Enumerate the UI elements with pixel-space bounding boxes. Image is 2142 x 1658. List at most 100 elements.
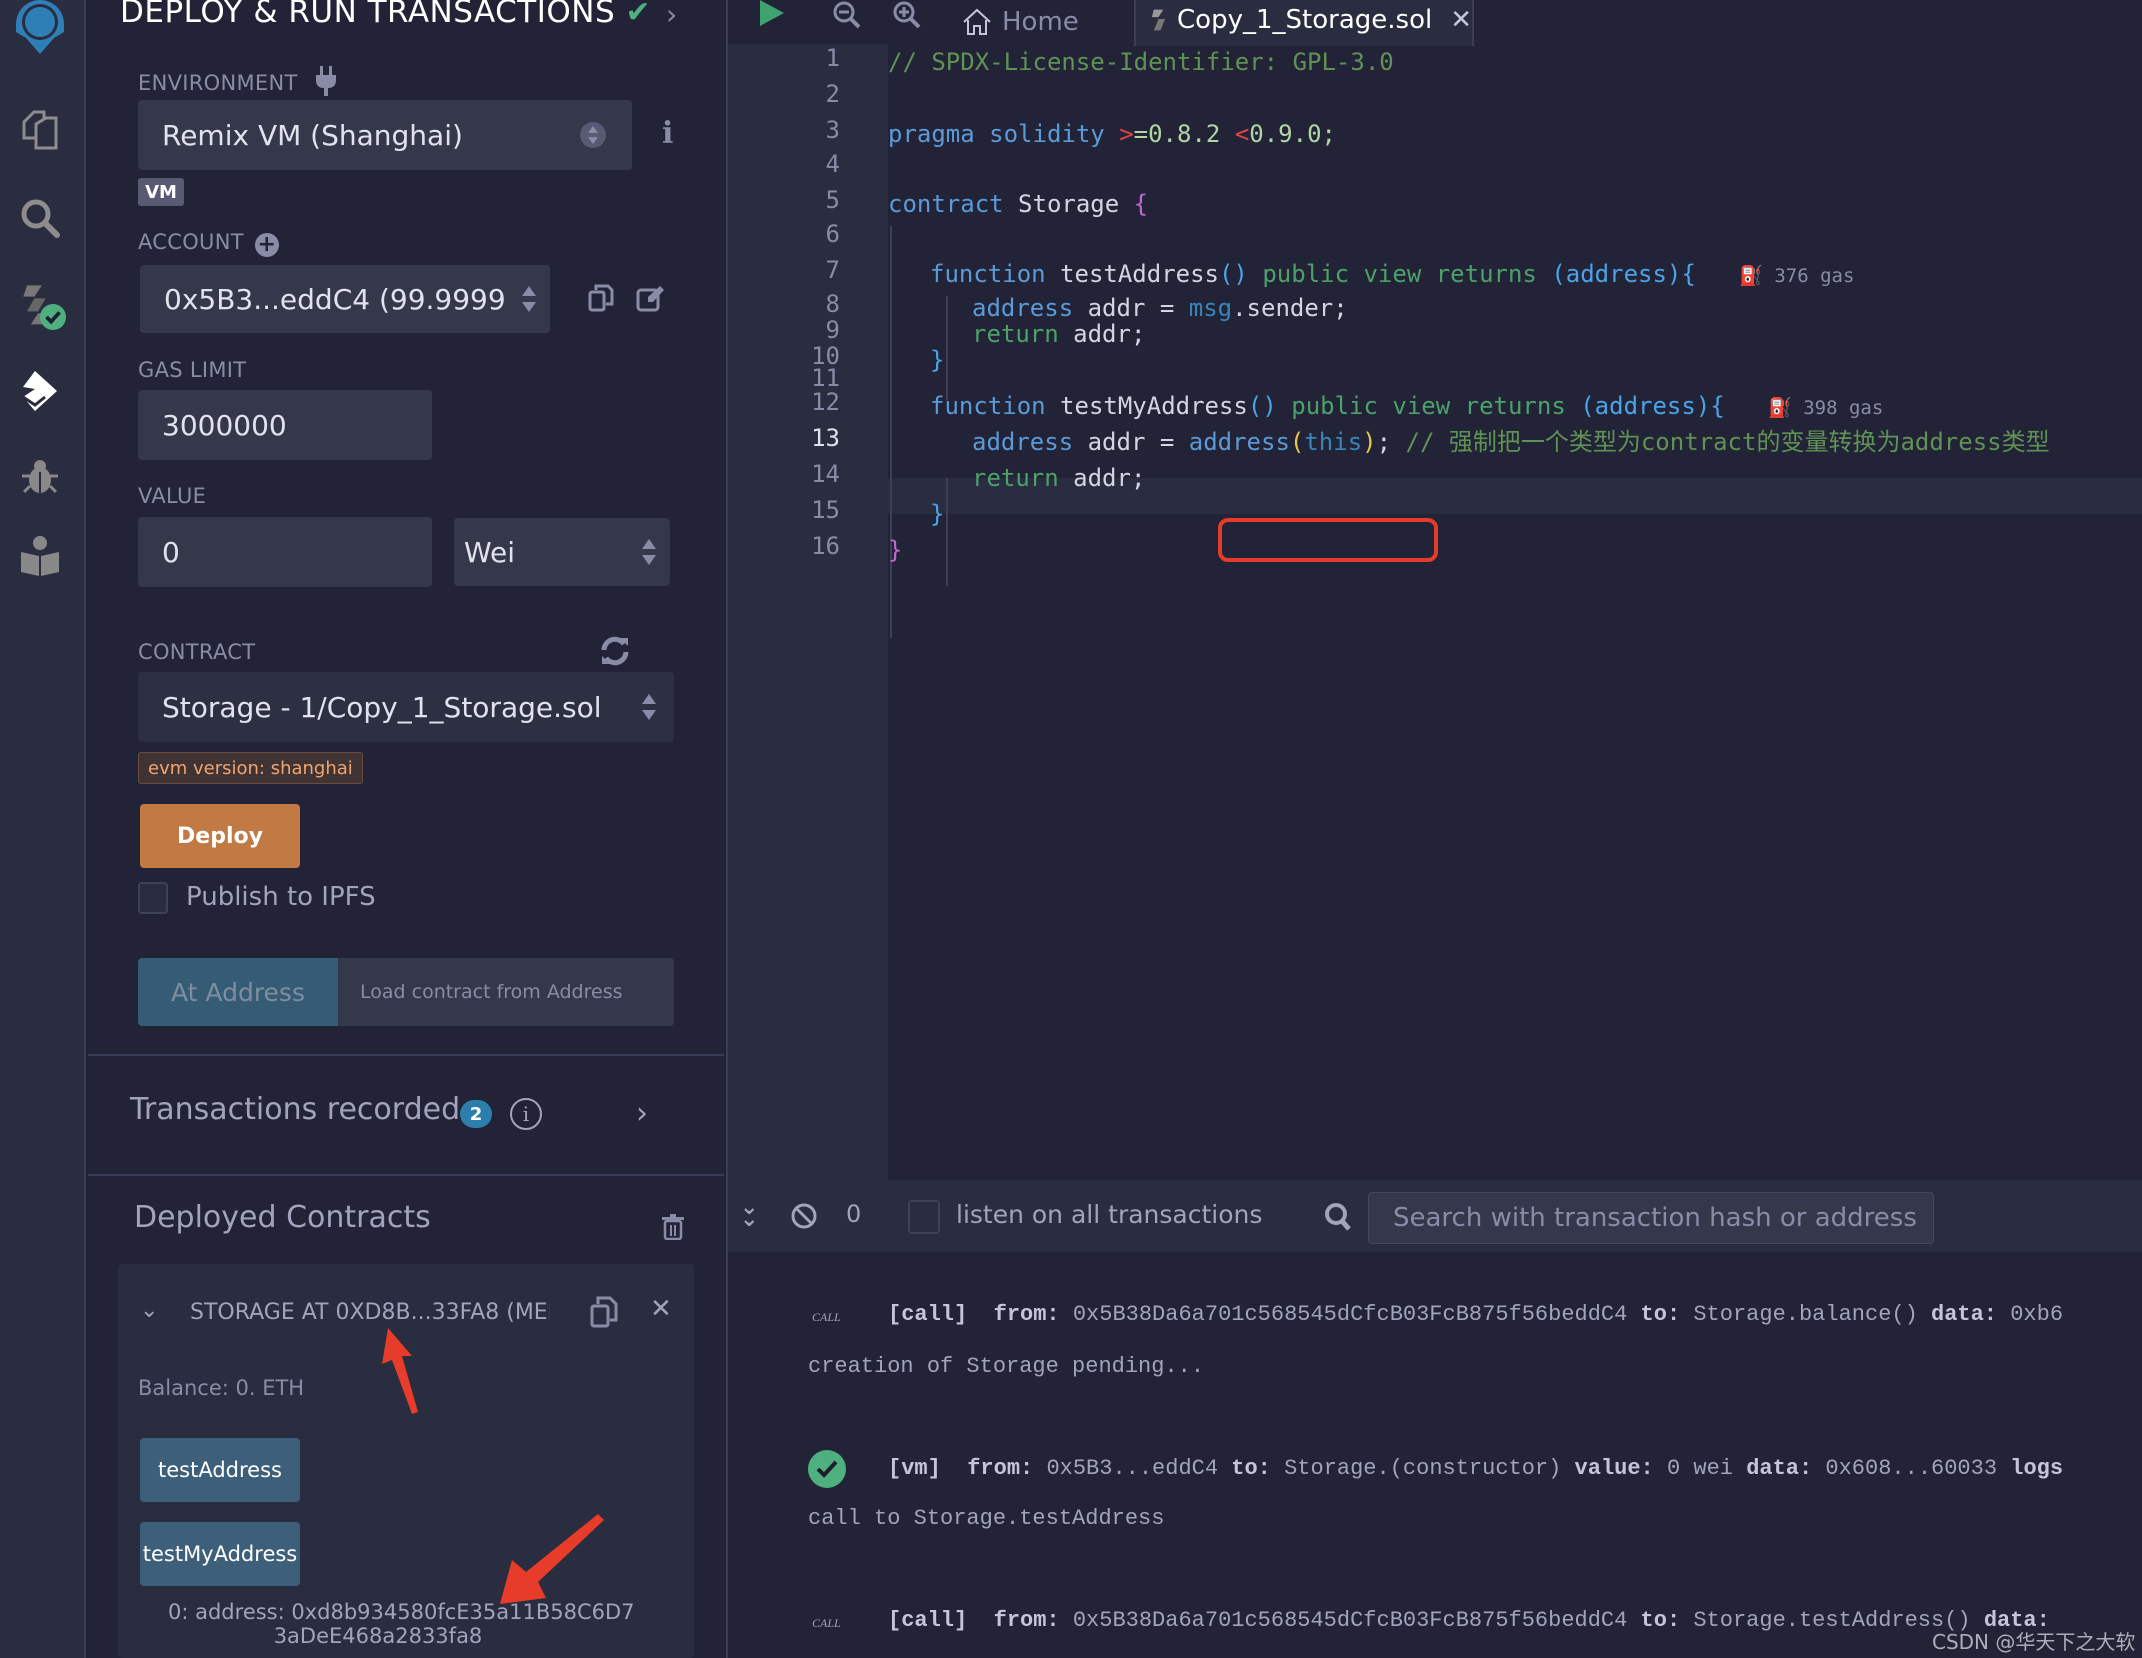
code-modifier: public view returns <box>1276 392 1581 420</box>
code-line-3: pragma solidity >=0.8.2 <0.9.0; <box>888 116 1336 152</box>
line-number: 15 <box>811 496 840 524</box>
code-comment: // 强制把一个类型为contract的变量转换为address类型 <box>1405 428 2050 456</box>
debugger-icon[interactable] <box>14 452 66 504</box>
at-address-input[interactable]: Load contract from Address <box>338 958 674 1026</box>
log-label: value: <box>1574 1456 1654 1481</box>
listen-all-checkbox[interactable] <box>908 1200 940 1234</box>
log-entry[interactable]: [call] from: 0x5B38Da6a701c568545dCfcB03… <box>888 1302 2063 1327</box>
copy-account-icon[interactable] <box>588 284 614 316</box>
value-label: VALUE <box>138 484 207 508</box>
contract-value: Storage - 1/Copy_1_Storage.sol <box>162 690 602 724</box>
terminal-search-input[interactable]: Search with transaction hash or address <box>1368 1192 1934 1244</box>
line-number: 8 <box>825 290 840 318</box>
account-label-text: ACCOUNT <box>138 230 244 254</box>
trash-icon[interactable] <box>662 1214 684 1244</box>
chevron-right-icon[interactable]: › <box>666 0 677 31</box>
code-editor: Home Copy_1_Storage.sol ✕ 1 2 3 4 5 6 7 8 9 10 11 1… <box>726 0 2142 1180</box>
line-number: 6 <box>825 220 840 248</box>
gas-value: 376 gas <box>1774 265 1855 287</box>
code-keyword: pragma solidity <box>888 120 1105 148</box>
code-return-type: (address){ <box>1580 392 1725 420</box>
log-to: Storage.balance() <box>1693 1302 1918 1327</box>
contract-select[interactable]: Storage - 1/Copy_1_Storage.sol <box>138 672 674 742</box>
close-icon[interactable]: ✕ <box>650 1294 672 1324</box>
line-number-gutter: 1 2 3 4 5 6 7 8 9 10 11 12 13 14 15 16 <box>728 44 888 1180</box>
code-area[interactable]: // SPDX-License-Identifier: GPL-3.0 prag… <box>888 44 2142 1180</box>
environment-value: Remix VM (Shanghai) <box>162 118 463 152</box>
zoom-out-icon[interactable] <box>832 0 862 34</box>
code-line-16: } <box>888 536 903 564</box>
search-icon[interactable] <box>14 192 66 244</box>
tab-home-label: Home <box>1002 7 1079 37</box>
log-entry: creation of Storage pending... <box>808 1354 1205 1379</box>
test-my-address-button[interactable]: testMyAddress <box>140 1522 300 1586</box>
indent-guide <box>946 478 948 586</box>
close-tab-icon[interactable]: ✕ <box>1450 5 1472 35</box>
collapse-terminal-icon[interactable]: ⌄ ⌄ <box>740 1197 758 1231</box>
code-text: addr = <box>1073 428 1189 456</box>
search-icon <box>1324 1202 1352 1236</box>
account-select[interactable]: 0x5B3...eddC4 (99.99999999 <box>140 265 550 333</box>
publish-ipfs-checkbox[interactable] <box>138 882 168 914</box>
info-circle-icon[interactable]: i <box>510 1098 542 1130</box>
code-number: =0.8.2 <box>1133 120 1235 148</box>
success-check-icon <box>808 1450 846 1488</box>
line-number: 2 <box>825 80 840 108</box>
solidity-compiler-icon[interactable] <box>14 278 66 330</box>
zoom-in-icon[interactable] <box>892 0 922 34</box>
remix-logo-icon[interactable] <box>6 0 74 62</box>
line-number: 9 <box>825 316 840 344</box>
line-number: 13 <box>811 424 840 452</box>
code-paren: () <box>1218 260 1248 288</box>
log-entry[interactable]: [vm] from: 0x5B3...eddC4 to: Storage.(co… <box>888 1456 2063 1481</box>
code-line-1: // SPDX-License-Identifier: GPL-3.0 <box>888 44 1394 80</box>
line-number: 7 <box>825 256 840 284</box>
gas-limit-label: GAS LIMIT <box>138 358 247 382</box>
tab-home[interactable]: Home <box>962 0 1079 44</box>
copy-address-icon[interactable] <box>590 1296 618 1332</box>
code-paren: ( <box>1289 428 1305 456</box>
at-address-button[interactable]: At Address <box>138 958 338 1026</box>
deploy-button[interactable]: Deploy <box>140 804 300 868</box>
log-label: data: <box>1746 1456 1813 1481</box>
code-number: 0.9.0; <box>1249 120 1336 148</box>
transactions-recorded-label[interactable]: Transactions recorded <box>130 1092 460 1127</box>
run-play-icon[interactable] <box>758 0 786 32</box>
code-operator: > <box>1119 120 1134 148</box>
instance-title[interactable]: STORAGE AT 0XD8B...33FA8 (MEM <box>190 1300 550 1325</box>
edit-icon[interactable] <box>636 284 664 316</box>
code-keyword: function <box>930 392 1046 420</box>
tab-copy-1-storage[interactable]: Copy_1_Storage.sol ✕ <box>1134 0 1474 46</box>
log-label: data: <box>1931 1302 1998 1327</box>
chevron-right-icon[interactable]: › <box>636 1096 648 1131</box>
clear-console-icon[interactable] <box>790 1202 818 1234</box>
account-value: 0x5B3...eddC4 (99.99999999 <box>164 282 504 316</box>
gas-limit-input[interactable]: 3000000 <box>138 390 432 460</box>
refresh-icon[interactable] <box>598 634 632 672</box>
editor-tab-bar: Home Copy_1_Storage.sol ✕ <box>728 0 2142 46</box>
divider <box>88 1054 724 1056</box>
contract-label: CONTRACT <box>138 640 256 664</box>
log-to: Storage.testAddress() <box>1693 1608 1971 1633</box>
code-text: addr; <box>1058 320 1146 348</box>
chevron-down-icon[interactable]: ⌄ <box>140 1298 158 1323</box>
plug-icon <box>315 66 336 96</box>
learneth-icon[interactable] <box>14 530 66 582</box>
result-line-2: 3aDeE468a2833fa8 <box>273 1624 483 1648</box>
select-arrows-icon <box>588 125 598 145</box>
deploy-run-icon[interactable] <box>14 366 66 418</box>
test-address-button[interactable]: testAddress <box>140 1438 300 1502</box>
file-explorer-icon[interactable] <box>14 104 66 156</box>
code-line-13: address addr = address(this); // 强制把一个类型… <box>972 424 2050 460</box>
add-account-icon[interactable]: + <box>254 233 279 257</box>
line-number: 4 <box>825 150 840 178</box>
value-unit-select[interactable]: Wei <box>454 518 670 586</box>
info-icon[interactable]: i <box>662 116 673 151</box>
log-entry[interactable]: [call] from: 0x5B38Da6a701c568545dCfcB03… <box>888 1608 2050 1633</box>
environment-select[interactable]: Remix VM (Shanghai) <box>138 100 632 170</box>
code-line-5: contract Storage { <box>888 186 1148 222</box>
value-input[interactable]: 0 <box>138 517 432 587</box>
gas-estimate: ⛽ 398 gas <box>1768 397 1883 419</box>
value-unit-text: Wei <box>464 535 516 569</box>
deployed-contracts-title: Deployed Contracts <box>134 1200 431 1235</box>
